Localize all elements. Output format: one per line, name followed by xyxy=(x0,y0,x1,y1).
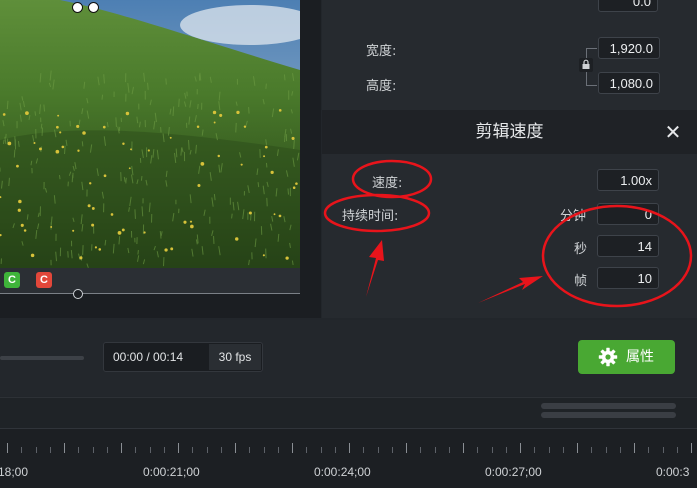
minutes-label: 分钟 xyxy=(560,205,586,224)
track-scroll-pill-bottom[interactable] xyxy=(541,412,676,418)
timeline-track-area[interactable] xyxy=(0,397,697,428)
ruler-tick xyxy=(663,447,664,453)
ruler-tick xyxy=(64,443,65,453)
ruler-tick xyxy=(278,447,279,453)
ruler-label: 0:00:3 xyxy=(656,465,689,479)
scrub-line xyxy=(0,293,321,294)
timeline-ruler[interactable]: 18;00 0:00:21;00 0:00:24;00 0:00:27;00 0… xyxy=(0,428,697,488)
ruler-tick xyxy=(207,447,208,453)
fps-readout[interactable]: 30 fps xyxy=(209,344,261,370)
ruler-tick xyxy=(321,447,322,453)
properties-button-label: 属性 xyxy=(626,340,654,374)
ruler-tick xyxy=(492,447,493,453)
ruler-tick xyxy=(634,443,635,453)
ruler-label: 18;00 xyxy=(0,465,28,479)
z-field[interactable]: 0.0 xyxy=(598,0,658,12)
width-label: 宽度: xyxy=(366,40,396,59)
ruler-tick xyxy=(221,447,222,453)
minutes-field[interactable]: 0 xyxy=(597,203,659,225)
ruler-tick xyxy=(335,447,336,453)
ruler-tick xyxy=(349,443,350,453)
clip-speed-header: 剪辑速度 ✕ xyxy=(322,110,697,154)
clip-chip-red[interactable]: C xyxy=(36,272,52,288)
volume-slider[interactable] xyxy=(0,356,84,360)
time-readout: 00:00 / 00:14 xyxy=(113,343,183,371)
ruler-tick xyxy=(235,443,236,453)
ruler-tick xyxy=(406,443,407,453)
ruler-tick xyxy=(392,447,393,453)
clip-chip-green[interactable]: C xyxy=(4,272,20,288)
clip-thumbnail-strip: C C xyxy=(0,268,300,293)
ruler-tick xyxy=(606,447,607,453)
ruler-tick xyxy=(563,447,564,453)
speed-label: 速度: xyxy=(372,172,402,191)
ruler-tick xyxy=(78,447,79,453)
ruler-tick xyxy=(677,447,678,453)
ruler-label: 0:00:24;00 xyxy=(314,465,371,479)
ruler-tick xyxy=(477,447,478,453)
ruler-tick xyxy=(306,447,307,453)
ruler-tick xyxy=(150,447,151,453)
ruler-tick xyxy=(135,447,136,453)
height-label: 高度: xyxy=(366,75,396,94)
ruler-tick xyxy=(363,447,364,453)
resize-handle-left[interactable] xyxy=(72,2,83,13)
close-icon[interactable]: ✕ xyxy=(662,121,684,143)
properties-button[interactable]: 属性 xyxy=(578,340,675,374)
preview-image xyxy=(0,0,300,268)
frames-field[interactable]: 10 xyxy=(597,267,659,289)
ruler-tick xyxy=(264,447,265,453)
seconds-label: 秒 xyxy=(574,238,587,257)
ruler-tick xyxy=(534,447,535,453)
ruler-tick xyxy=(506,447,507,453)
ruler-tick xyxy=(164,447,165,453)
canvas-area[interactable]: C C xyxy=(0,0,321,318)
ruler-tick xyxy=(591,447,592,453)
ruler-tick xyxy=(449,447,450,453)
gear-icon xyxy=(598,347,618,367)
ruler-tick xyxy=(577,443,578,453)
ruler-tick xyxy=(249,447,250,453)
ruler-tick xyxy=(620,447,621,453)
ruler-label: 0:00:27;00 xyxy=(485,465,542,479)
resize-handle-right[interactable] xyxy=(88,2,99,13)
ruler-tick xyxy=(50,447,51,453)
ruler-tick xyxy=(192,447,193,453)
lock-icon[interactable] xyxy=(579,58,593,72)
ruler-tick xyxy=(121,443,122,453)
ruler-tick xyxy=(7,443,8,453)
seconds-field[interactable]: 14 xyxy=(597,235,659,257)
duration-label: 持续时间: xyxy=(342,205,398,224)
canvas-edge xyxy=(300,0,321,318)
ruler-tick xyxy=(691,443,692,453)
speed-field[interactable]: 1.00x xyxy=(597,169,659,191)
track-scroll-pill-top[interactable] xyxy=(541,403,676,409)
clip-speed-title: 剪辑速度 xyxy=(322,110,697,154)
ruler-tick xyxy=(36,447,37,453)
ruler-tick xyxy=(648,447,649,453)
time-display: 00:00 / 00:14 30 fps xyxy=(103,342,263,372)
width-field[interactable]: 1,920.0 xyxy=(598,37,660,59)
ruler-tick xyxy=(292,443,293,453)
ruler-label: 0:00:21;00 xyxy=(143,465,200,479)
properties-panel: 0.0 宽度: 1,920.0 高度: 1,080.0 剪辑速度 ✕ 速度: 1… xyxy=(322,0,697,318)
ruler-tick xyxy=(93,447,94,453)
transport-bar: 00:00 / 00:14 30 fps 属性 xyxy=(0,320,697,396)
ruler-tick xyxy=(420,447,421,453)
ruler-tick xyxy=(435,447,436,453)
ruler-tick xyxy=(178,443,179,453)
video-preview[interactable] xyxy=(0,0,300,268)
ruler-tick xyxy=(107,447,108,453)
ruler-tick xyxy=(549,447,550,453)
scrub-knob[interactable] xyxy=(73,289,83,299)
frames-label: 帧 xyxy=(574,270,587,289)
ruler-tick xyxy=(520,443,521,453)
height-field[interactable]: 1,080.0 xyxy=(598,72,660,94)
ruler-tick xyxy=(463,443,464,453)
ruler-tick xyxy=(21,447,22,453)
ruler-tick xyxy=(378,447,379,453)
